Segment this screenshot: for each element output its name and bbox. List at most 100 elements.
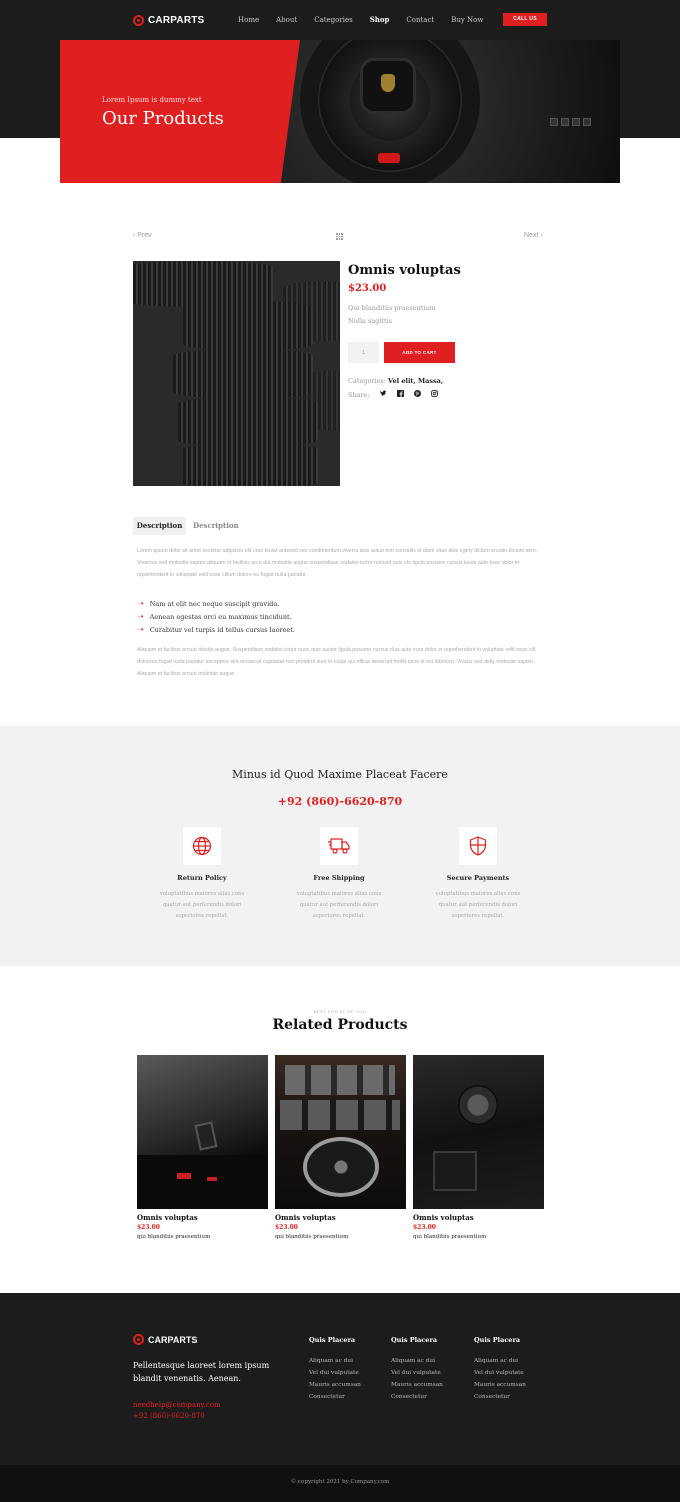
footer-link[interactable]: Aliquam ac dui [474,1358,526,1364]
globe-icon [183,827,221,865]
shield-icon [459,827,497,865]
nav-about[interactable]: About [276,13,297,27]
dashboard-buttons [550,118,594,128]
footer-link[interactable]: Aliquam ac dui [309,1358,361,1364]
main-nav: Home About Categories Shop Contact Buy N… [238,13,500,27]
description-paragraph-1: Lorem ipsum dolor sit amet sectetur adip… [137,548,538,578]
description-paragraph-2: Aliquam et facilisis arcuut olestie augu… [137,647,536,677]
related-card[interactable]: Omnis voluptas $23.00 qui blanditiis pra… [413,1055,544,1240]
arrow-right-icon: ➝ [137,612,144,621]
steering-wheel-icon [133,1334,144,1345]
related-name[interactable]: Omnis voluptas [413,1213,544,1222]
categories-label: Categories: [348,377,386,385]
footer-column-title: Quis Placera [391,1336,438,1344]
categories-row: Categories: Vel elit, Massa, [348,377,443,385]
footer-link[interactable]: Aliquam ac dui [391,1358,443,1364]
footer-link[interactable]: Mauris accumsan [474,1382,526,1388]
footer-link[interactable]: Consectetur [391,1394,443,1400]
related-price: $23.00 [137,1224,160,1231]
footer-column-3: Quis Placera Aliquam ac dui Vel dui vulp… [474,1336,526,1400]
footer-tagline: Pellentesque laoreet lorem ipsum blandit… [133,1361,270,1383]
related-desc: qui blanditiis praesentium [137,1234,211,1240]
list-item: ➝ Curabitur vel turpis id tellus cursus … [137,625,295,634]
steering-wheel-icon [133,14,144,26]
footer-column-2: Quis Placera Aliquam ac dui Vel dui vulp… [391,1336,443,1400]
quantity-input[interactable] [348,342,379,363]
feature-text: voluptatibus maiores alias cons quatur au… [296,891,382,919]
hero-banner: Lorem Ipsum is dummy text Our Products [60,40,620,183]
product-name: Omnis voluptas [348,263,461,278]
footer-link[interactable]: Consectetur [474,1394,526,1400]
footer-link[interactable]: Mauris accumsan [309,1382,361,1388]
list-item: ➝ Aenean egestas orci eu maximus tincidu… [137,612,292,621]
arrow-right-icon: ➝ [137,599,144,608]
related-desc: qui blanditiis praesentium [275,1234,349,1240]
call-us-button[interactable]: CALL US [503,13,547,26]
footer-phone[interactable]: +92 (860)-6620-870 [133,1412,205,1420]
footer-link[interactable]: Consectetur [309,1394,361,1400]
list-item: ➝ Nam at elit nec neque suscipit gravida… [137,599,279,608]
tab-description-active[interactable]: Description [133,517,186,535]
product-price: $23.00 [348,283,387,294]
related-price: $23.00 [275,1224,298,1231]
share-row: Share: [348,390,438,399]
related-image-rims[interactable] [275,1055,406,1209]
bullet-text: Nam at elit nec neque suscipit gravida. [149,599,280,608]
nav-home[interactable]: Home [238,13,259,27]
footer-column-1: Quis Placera Aliquam ac dui Vel dui vulp… [309,1336,361,1400]
feature-text: voluptatibus maiores alias cons quatur au… [435,891,521,919]
related-name[interactable]: Omnis voluptas [137,1213,268,1222]
prev-link[interactable]: ‹ Prev [133,232,152,239]
start-button [378,153,400,163]
footer-logo-text: CARPARTS [148,1334,198,1345]
next-link[interactable]: Next › [524,232,543,239]
pinterest-icon[interactable] [413,390,421,399]
related-desc: qui blanditiis praesentium [413,1234,487,1240]
footer-link[interactable]: Mauris accumsan [391,1382,443,1388]
band-title: Minus id Quod Maxime Placeat Facere [232,768,448,781]
tab-description-secondary[interactable]: Description [193,517,239,535]
footer-email[interactable]: needhelp@company.com [133,1401,221,1409]
product-image[interactable] [133,261,340,486]
product-desc-line-2: Nulla sagittis [348,317,393,325]
copyright-text: © copyright 2021 by Company.com [290,1479,390,1485]
grid-icon[interactable] [336,233,343,240]
bullet-text: Curabitur vel turpis id tellus cursus la… [149,625,295,634]
footer-link[interactable]: Vel dui vulputate [474,1370,526,1376]
related-image-console[interactable] [413,1055,544,1209]
add-to-cart-button[interactable]: ADD TO CART [384,342,455,363]
feature-title-secure-payments: Secure Payments [446,874,510,882]
related-card[interactable]: Omnis voluptas $23.00 qui blanditiis pra… [275,1055,406,1240]
related-card[interactable]: Omnis voluptas $23.00 qui blanditiis pra… [137,1055,268,1240]
bullet-text: Aenean egestas orci eu maximus tincidunt… [149,612,292,621]
footer-column-title: Quis Placera [474,1336,521,1344]
related-image-dashboard[interactable] [137,1055,268,1209]
steering-wheel-photo [270,40,620,183]
footer-column-title: Quis Placera [309,1336,356,1344]
related-eyebrow: BEST FOR AL OF YOU [313,1009,367,1014]
nav-contact[interactable]: Contact [406,13,434,27]
brand-badge [381,74,395,92]
logo-text: CARPARTS [148,14,205,26]
share-label: Share: [348,390,370,399]
categories-value[interactable]: Vel elit, Massa, [388,377,443,385]
nav-buy-now[interactable]: Buy Now [451,13,483,27]
footer-link[interactable]: Vel dui vulputate [391,1370,443,1376]
related-price: $23.00 [413,1224,436,1231]
footer-logo[interactable]: CARPARTS [133,1334,197,1345]
delivery-truck-icon [320,827,358,865]
logo[interactable]: CARPARTS [133,12,204,28]
twitter-icon[interactable] [379,390,387,399]
facebook-icon[interactable] [396,390,404,399]
band-phone[interactable]: +92 (860)-6620-870 [0,795,680,808]
arrow-right-icon: ➝ [137,625,144,634]
hero-subtitle: Lorem Ipsum is dummy text [102,96,202,104]
feature-text: voluptatibus maiores alias cons quatur au… [159,891,245,919]
related-name[interactable]: Omnis voluptas [275,1213,406,1222]
nav-shop[interactable]: Shop [370,13,390,27]
page-title: Our Products [102,108,224,129]
nav-categories[interactable]: Categories [314,13,353,27]
instagram-icon[interactable] [430,390,438,399]
footer-link[interactable]: Vel dui vulputate [309,1370,361,1376]
related-title: Related Products [272,1017,408,1033]
